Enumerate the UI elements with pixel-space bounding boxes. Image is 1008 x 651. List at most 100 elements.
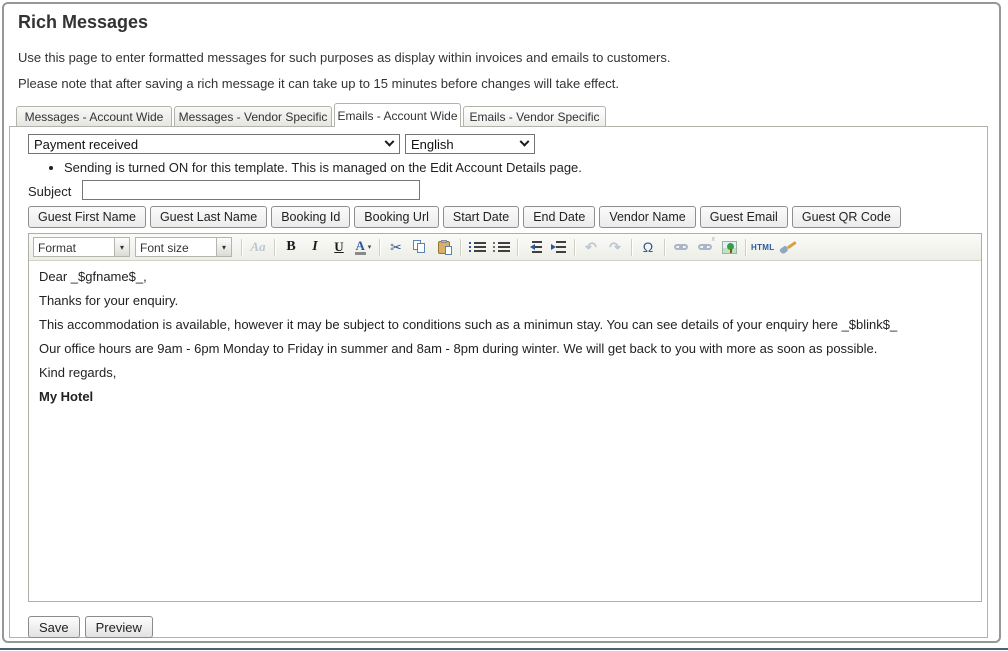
bold-icon: B xyxy=(286,239,295,255)
vendor-name-token-button[interactable]: Vendor Name xyxy=(599,206,695,228)
guest-qr-code-token-button[interactable]: Guest QR Code xyxy=(792,206,901,228)
toolbar-separator xyxy=(631,239,632,256)
bold-button[interactable]: B xyxy=(280,237,302,257)
guest-first-name-token-button[interactable]: Guest First Name xyxy=(28,206,146,228)
intro-text-2: Please note that after saving a rich mes… xyxy=(18,76,619,91)
token-button-row: Guest First Name Guest Last Name Booking… xyxy=(28,206,901,228)
tab-panel: Payment received English Sending is turn… xyxy=(9,126,988,638)
insert-image-icon xyxy=(722,241,737,254)
decrease-indent-button[interactable] xyxy=(523,237,545,257)
sending-status-text: Sending is turned ON for this template. … xyxy=(64,160,582,175)
format-select-value: Format xyxy=(34,238,114,256)
sending-status-notice: Sending is turned ON for this template. … xyxy=(50,160,582,175)
paste-button[interactable] xyxy=(433,237,455,257)
unlink-button[interactable]: x xyxy=(694,237,716,257)
language-select[interactable]: English xyxy=(405,134,535,154)
message-paragraph: Kind regards, xyxy=(39,365,971,380)
italic-button[interactable]: I xyxy=(304,237,326,257)
message-paragraph: Thanks for your enquiry. xyxy=(39,293,971,308)
text-color-button[interactable]: A ▾ xyxy=(352,237,374,257)
insert-image-button[interactable] xyxy=(718,237,740,257)
clean-format-button[interactable] xyxy=(776,237,798,257)
language-select-value: English xyxy=(411,137,454,152)
format-select[interactable]: Format ▾ xyxy=(33,237,130,257)
font-style-button[interactable]: Aa xyxy=(247,237,269,257)
action-button-row: Save Preview xyxy=(28,616,153,638)
toolbar-separator xyxy=(460,239,461,256)
tab-emails-vendor-specific[interactable]: Emails - Vendor Specific xyxy=(463,106,606,126)
decrease-indent-icon xyxy=(527,241,542,253)
italic-icon: I xyxy=(312,239,317,255)
bulleted-list-button[interactable] xyxy=(466,237,488,257)
page-bottom-edge xyxy=(0,648,1008,650)
tab-bar: Messages - Account Wide Messages - Vendo… xyxy=(16,103,606,126)
preview-button[interactable]: Preview xyxy=(85,616,153,638)
special-character-icon: Ω xyxy=(643,239,653,255)
font-size-select[interactable]: Font size ▾ xyxy=(135,237,232,257)
toolbar-separator xyxy=(745,239,746,256)
copy-button[interactable] xyxy=(409,237,431,257)
message-signature: My Hotel xyxy=(39,389,971,404)
toolbar-separator xyxy=(379,239,380,256)
toolbar-separator xyxy=(574,239,575,256)
editor-body[interactable]: Dear _$gfname$_, Thanks for your enquiry… xyxy=(29,261,981,602)
tab-emails-account-wide[interactable]: Emails - Account Wide xyxy=(334,103,461,127)
message-paragraph: Our office hours are 9am - 6pm Monday to… xyxy=(39,341,971,356)
underline-icon: U xyxy=(334,239,343,255)
subject-label: Subject xyxy=(28,184,71,199)
booking-id-token-button[interactable]: Booking Id xyxy=(271,206,350,228)
editor-toolbar: Format ▾ Font size ▾ Aa B I xyxy=(29,234,981,261)
clean-format-brush-icon xyxy=(780,240,795,254)
page-title: Rich Messages xyxy=(18,12,148,33)
cut-button[interactable]: ✂ xyxy=(385,237,407,257)
chevron-down-icon[interactable]: ▾ xyxy=(114,238,129,256)
numbered-list-button[interactable] xyxy=(490,237,512,257)
special-character-button[interactable]: Ω xyxy=(637,237,659,257)
chevron-down-icon xyxy=(520,136,530,146)
message-paragraph: Dear _$gfname$_, xyxy=(39,269,971,284)
redo-button[interactable]: ↷ xyxy=(604,237,626,257)
chevron-down-icon[interactable]: ▾ xyxy=(216,238,231,256)
tab-messages-account-wide[interactable]: Messages - Account Wide xyxy=(16,106,172,126)
template-select-value: Payment received xyxy=(34,137,138,152)
bulleted-list-icon xyxy=(469,242,486,252)
end-date-token-button[interactable]: End Date xyxy=(523,206,595,228)
chevron-down-icon xyxy=(385,136,395,146)
save-button[interactable]: Save xyxy=(28,616,80,638)
guest-email-token-button[interactable]: Guest Email xyxy=(700,206,788,228)
toolbar-separator xyxy=(241,239,242,256)
numbered-list-icon xyxy=(493,242,510,252)
redo-icon: ↷ xyxy=(609,239,621,256)
toolbar-separator xyxy=(664,239,665,256)
start-date-token-button[interactable]: Start Date xyxy=(443,206,519,228)
text-color-icon: A xyxy=(355,240,366,255)
intro-text-1: Use this page to enter formatted message… xyxy=(18,50,670,65)
booking-url-token-button[interactable]: Booking Url xyxy=(354,206,439,228)
toolbar-separator xyxy=(274,239,275,256)
font-style-icon: Aa xyxy=(250,239,265,255)
rich-messages-page: Rich Messages Use this page to enter for… xyxy=(2,2,1001,643)
chevron-down-icon: ▾ xyxy=(368,243,372,251)
copy-icon xyxy=(413,240,427,254)
tab-messages-vendor-specific[interactable]: Messages - Vendor Specific xyxy=(174,106,332,126)
unlink-burst-icon: x xyxy=(712,236,716,243)
undo-button[interactable]: ↶ xyxy=(580,237,602,257)
rich-text-editor: Format ▾ Font size ▾ Aa B I xyxy=(28,233,982,602)
toolbar-separator xyxy=(517,239,518,256)
html-source-icon: HTML xyxy=(751,243,774,252)
guest-last-name-token-button[interactable]: Guest Last Name xyxy=(150,206,267,228)
message-paragraph: This accommodation is available, however… xyxy=(39,317,971,332)
link-button[interactable] xyxy=(670,237,692,257)
increase-indent-button[interactable] xyxy=(547,237,569,257)
cut-icon: ✂ xyxy=(390,239,402,256)
increase-indent-icon xyxy=(551,241,566,253)
subject-input[interactable] xyxy=(82,180,420,200)
template-select[interactable]: Payment received xyxy=(28,134,400,154)
link-icon xyxy=(674,244,688,250)
html-source-button[interactable]: HTML xyxy=(751,237,774,257)
undo-icon: ↶ xyxy=(585,239,597,256)
paste-icon xyxy=(438,241,450,254)
underline-button[interactable]: U xyxy=(328,237,350,257)
font-size-select-value: Font size xyxy=(136,238,216,256)
unlink-icon xyxy=(698,244,712,250)
